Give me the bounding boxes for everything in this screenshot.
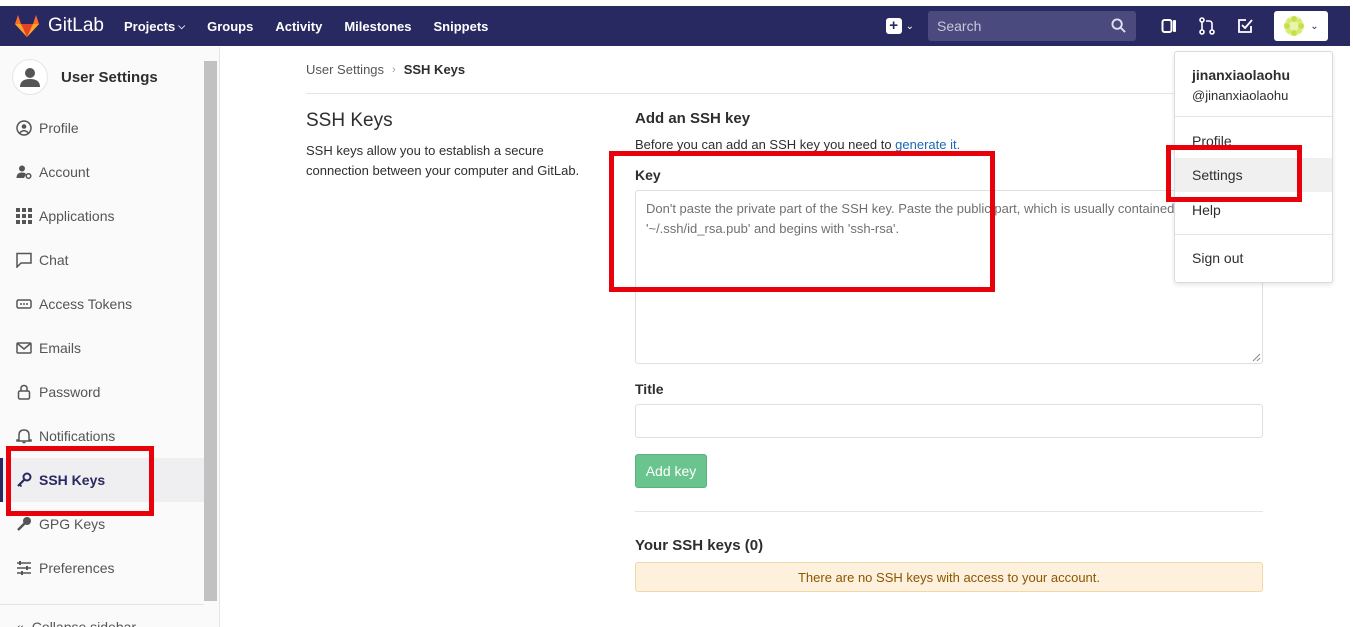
- title-input[interactable]: [635, 404, 1263, 438]
- no-keys-warning: There are no SSH keys with access to you…: [635, 562, 1263, 592]
- add-key-button[interactable]: Add key: [635, 454, 707, 488]
- page-title: SSH Keys: [306, 110, 393, 131]
- user-handle: @jinanxiaolaohu: [1192, 88, 1289, 103]
- collapse-sidebar-button[interactable]: « Collapse sidebar: [0, 604, 204, 627]
- menu-item-sign-out[interactable]: Sign out: [1175, 241, 1332, 275]
- sidebar-item-label: Applications: [39, 208, 115, 224]
- annotation-box-settings: [1166, 145, 1302, 202]
- search-icon: [1111, 18, 1126, 33]
- resize-handle-icon[interactable]: [1252, 353, 1261, 362]
- dropdown-user-info: jinanxiaolaohu @jinanxiaolaohu: [1192, 67, 1290, 103]
- form-heading: Add an SSH key: [635, 110, 751, 127]
- sidebar-item-label: Emails: [39, 340, 82, 356]
- chevron-right-icon: ›: [392, 63, 396, 76]
- access-tokens-icon: [16, 296, 32, 312]
- help-prefix: Before you can add an SSH key you need t…: [635, 137, 896, 152]
- generate-it-link[interactable]: generate it.: [895, 137, 960, 152]
- nav-snippets[interactable]: Snippets: [434, 19, 489, 34]
- top-bar: GitLab Projects ⌵ Groups Activity Milesto…: [0, 0, 1353, 47]
- navbar-right: + ⌄ Search ⌄: [885, 6, 1328, 46]
- sidebar-item-preferences[interactable]: Preferences: [0, 546, 204, 590]
- chevron-down-icon: ⌄: [905, 20, 914, 32]
- annotation-box-key: [609, 151, 995, 292]
- navbar: GitLab Projects ⌵ Groups Activity Milesto…: [0, 6, 1350, 46]
- sidebar-item-profile[interactable]: Profile: [0, 106, 204, 150]
- intro-section: SSH Keys SSH keys allow you to establish…: [306, 110, 606, 181]
- nav-activity[interactable]: Activity: [275, 19, 322, 34]
- lock-icon: [16, 384, 32, 400]
- todos-icon[interactable]: [1236, 17, 1254, 35]
- brand-name: GitLab: [48, 15, 104, 36]
- sidebar-item-label: Chat: [39, 252, 69, 268]
- issues-icon[interactable]: [1160, 17, 1178, 35]
- nav-milestones[interactable]: Milestones: [344, 19, 411, 34]
- double-chevron-left-icon: «: [16, 619, 24, 627]
- profile-icon: [16, 120, 32, 136]
- breadcrumb-current: SSH Keys: [403, 62, 466, 77]
- sidebar-item-label: Access Tokens: [39, 296, 133, 312]
- key-icon: [16, 516, 32, 532]
- breadcrumb-root-link[interactable]: User Settings: [306, 62, 384, 77]
- sidebar-item-chat[interactable]: Chat: [0, 238, 204, 282]
- sidebar-title: User Settings: [61, 68, 158, 86]
- divider: [635, 511, 1263, 512]
- your-keys-heading: Your SSH keys (0): [635, 537, 764, 554]
- intro-description: SSH keys allow you to establish a secure…: [306, 143, 580, 178]
- avatar: [1284, 16, 1305, 36]
- gitlab-logo-icon: [15, 15, 39, 37]
- sidebar-item-access-tokens[interactable]: Access Tokens: [0, 282, 204, 326]
- sidebar-item-emails[interactable]: Emails: [0, 326, 204, 370]
- chat-icon: [16, 252, 32, 268]
- user-name: jinanxiaolaohu: [1192, 67, 1291, 83]
- sidebar-item-applications[interactable]: Applications: [0, 194, 204, 238]
- sidebar-item-label: GPG Keys: [39, 516, 106, 532]
- search-input[interactable]: Search: [928, 11, 1136, 41]
- account-icon: [16, 164, 32, 180]
- sidebar-item-account[interactable]: Account: [0, 150, 204, 194]
- divider: [306, 93, 1186, 94]
- collapse-label: Collapse sidebar: [31, 619, 137, 627]
- new-item-button[interactable]: + ⌄: [885, 18, 914, 34]
- chevron-down-icon: ⌵: [178, 20, 186, 31]
- title-label: Title: [635, 381, 664, 397]
- sidebar-item-label: Password: [39, 384, 101, 400]
- divider: [1175, 116, 1332, 117]
- sidebar-scrollbar[interactable]: [204, 61, 217, 601]
- emails-icon: [16, 340, 32, 356]
- nav-projects[interactable]: Projects ⌵: [124, 19, 185, 34]
- preferences-icon: [16, 560, 32, 576]
- sidebar-item-label: Preferences: [39, 560, 115, 576]
- annotation-box-ssh-keys: [6, 446, 154, 516]
- sidebar-header[interactable]: User Settings: [0, 49, 219, 105]
- merge-requests-icon[interactable]: [1198, 17, 1216, 35]
- nav-groups[interactable]: Groups: [207, 19, 253, 34]
- sidebar-item-label: Account: [39, 164, 90, 180]
- search-placeholder: Search: [937, 18, 982, 34]
- breadcrumb: User Settings › SSH Keys: [306, 62, 465, 77]
- plus-icon: +: [885, 18, 902, 34]
- user-avatar-icon: [12, 59, 48, 95]
- bell-icon: [16, 428, 32, 444]
- chevron-down-icon: ⌄: [1310, 20, 1319, 32]
- sidebar-item-password[interactable]: Password: [0, 370, 204, 414]
- sidebar: User Settings Profile Account Applicatio…: [0, 47, 220, 627]
- divider: [1175, 234, 1332, 235]
- user-menu-button[interactable]: ⌄: [1274, 11, 1328, 41]
- applications-icon: [16, 208, 32, 224]
- sidebar-item-label: Profile: [39, 120, 79, 136]
- home-link[interactable]: GitLab: [14, 14, 124, 38]
- sidebar-item-label: Notifications: [39, 428, 116, 444]
